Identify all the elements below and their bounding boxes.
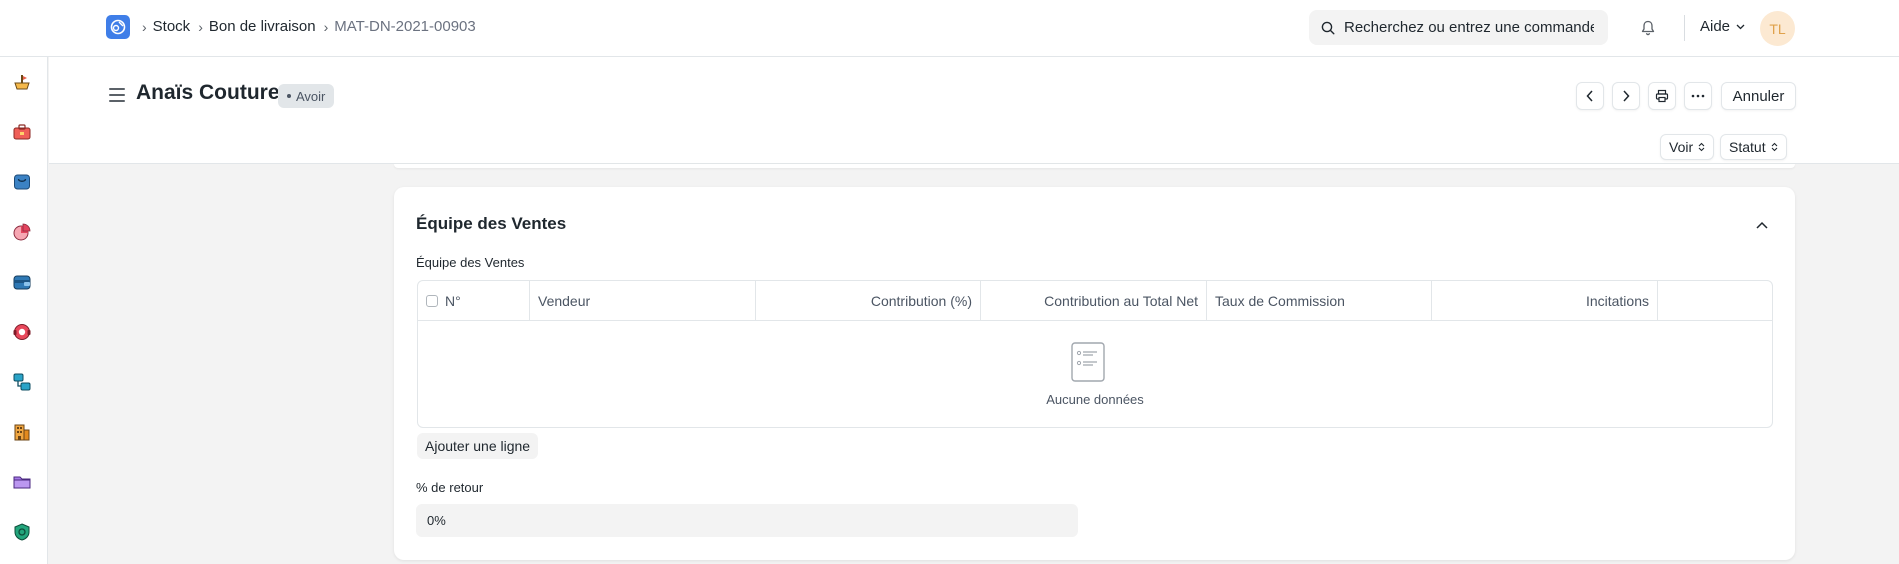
- select-all-checkbox[interactable]: [426, 295, 438, 307]
- view-select-button[interactable]: Voir: [1660, 134, 1715, 160]
- column-header-contribution-net-total: Contribution au Total Net: [981, 281, 1207, 321]
- support-icon[interactable]: [11, 321, 33, 343]
- status-dot-icon: [287, 94, 291, 98]
- chevron-up-icon[interactable]: [1755, 220, 1769, 230]
- previous-section-card-edge: [394, 164, 1795, 168]
- add-row-button[interactable]: Ajouter une ligne: [417, 433, 539, 459]
- sales-team-section: Équipe des Ventes Équipe des Ventes N° V…: [394, 187, 1795, 560]
- column-header-contribution-pct: Contribution (%): [756, 281, 981, 321]
- empty-list-icon: [1071, 342, 1105, 382]
- folder-icon[interactable]: [11, 471, 33, 493]
- breadcrumb-stock[interactable]: Stock: [153, 18, 191, 35]
- stock-icon[interactable]: [11, 71, 33, 93]
- previous-doc-button[interactable]: [1576, 82, 1604, 110]
- column-header-commission-rate: Taux de Commission: [1207, 281, 1432, 321]
- page-title: Anaïs Couture: [136, 81, 280, 104]
- return-percent-label: % de retour: [416, 480, 484, 495]
- column-header-incentives: Incitations: [1432, 281, 1658, 321]
- section-title: Équipe des Ventes: [416, 214, 567, 233]
- pie-chart-icon[interactable]: [11, 221, 33, 243]
- chevron-right-icon: ›: [198, 18, 203, 35]
- avatar[interactable]: TL: [1760, 11, 1795, 46]
- wallet-icon[interactable]: [11, 271, 33, 293]
- toolbox-icon[interactable]: [11, 121, 33, 143]
- status-badge: Avoir: [278, 84, 335, 108]
- flow-icon[interactable]: [11, 371, 33, 393]
- empty-state: Aucune données: [418, 321, 1772, 427]
- status-select-button[interactable]: Statut: [1720, 134, 1787, 160]
- printer-icon: [1655, 89, 1669, 103]
- search-bar[interactable]: [1309, 10, 1608, 45]
- breadcrumb-delivery-note[interactable]: Bon de livraison: [209, 18, 316, 35]
- sales-team-table-label: Équipe des Ventes: [416, 255, 525, 270]
- empty-state-text: Aucune données: [1046, 392, 1144, 407]
- shopping-bag-icon[interactable]: [11, 171, 33, 193]
- app-logo-icon[interactable]: [106, 15, 130, 39]
- cancel-button[interactable]: Annuler: [1721, 82, 1796, 110]
- chevron-down-icon: [1736, 24, 1745, 29]
- breadcrumb: › Stock › Bon de livraison › MAT-DN-2021…: [142, 18, 484, 35]
- column-header-number: N°: [418, 281, 530, 321]
- notification-bell-icon[interactable]: [1638, 18, 1658, 38]
- chevron-right-icon: ›: [142, 18, 147, 35]
- navbar-divider: [1684, 15, 1685, 41]
- return-percent-field[interactable]: 0%: [416, 504, 1078, 537]
- help-dropdown[interactable]: Aide: [1700, 18, 1745, 35]
- column-header-actions: [1658, 281, 1772, 321]
- status-select-label: Statut: [1729, 139, 1766, 155]
- view-select-label: Voir: [1669, 139, 1694, 155]
- page-header: Anaïs Couture Avoir Annuler Voir Statut: [49, 57, 1899, 164]
- breadcrumb-current-doc[interactable]: MAT-DN-2021-00903: [334, 18, 475, 35]
- status-badge-label: Avoir: [296, 88, 326, 104]
- column-header-salesperson: Vendeur: [530, 281, 756, 321]
- navbar: › Stock › Bon de livraison › MAT-DN-2021…: [0, 0, 1899, 57]
- chevron-left-icon: [1586, 90, 1593, 102]
- shield-icon[interactable]: [11, 521, 33, 543]
- chevron-right-icon: ›: [323, 18, 329, 35]
- sidebar: [0, 57, 48, 564]
- table-header: N° Vendeur Contribution (%) Contribution…: [418, 281, 1772, 321]
- search-icon: [1321, 21, 1335, 35]
- menu-toggle-icon[interactable]: [109, 88, 125, 102]
- help-label: Aide: [1700, 18, 1731, 35]
- ellipsis-icon: [1691, 94, 1705, 98]
- sales-team-table: N° Vendeur Contribution (%) Contribution…: [417, 280, 1773, 428]
- sort-arrows-icon: [1771, 142, 1777, 152]
- print-button[interactable]: [1648, 82, 1676, 110]
- chevron-right-icon: [1623, 90, 1630, 102]
- next-doc-button[interactable]: [1612, 82, 1640, 110]
- building-icon[interactable]: [11, 421, 33, 443]
- sort-arrows-icon: [1698, 142, 1705, 152]
- search-input[interactable]: [1344, 19, 1594, 36]
- more-actions-button[interactable]: [1684, 82, 1712, 110]
- return-percent-value: 0%: [427, 513, 446, 528]
